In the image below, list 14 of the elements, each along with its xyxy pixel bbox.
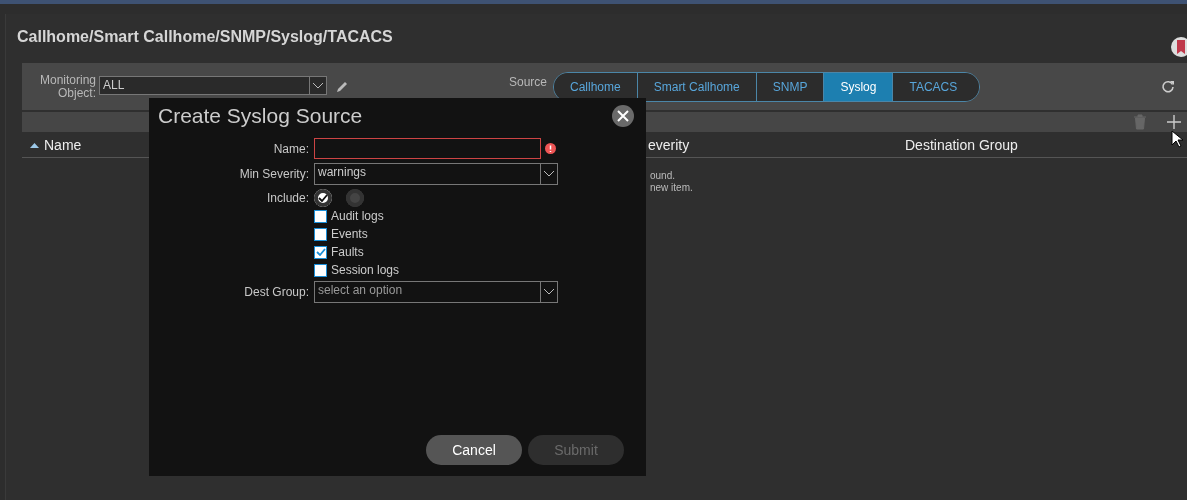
field-label: Dest Group: — [243, 285, 309, 299]
checkbox-label: Events — [331, 227, 368, 241]
field-label: Min Severity: — [238, 167, 309, 181]
page-title: Callhome/Smart Callhome/SNMP/Syslog/TACACS — [17, 28, 393, 46]
checkbox-label: Session logs — [331, 263, 400, 277]
field-label: Name: — [272, 141, 309, 156]
empty-message: ound. — [650, 170, 677, 182]
field-label: Include: — [265, 191, 309, 205]
field-label: Monitoring Object: — [38, 73, 96, 100]
empty-message: new item. — [650, 182, 694, 194]
field-label: Source — [507, 76, 547, 89]
checkbox-label: Faults — [331, 245, 364, 259]
dialog-title: Create Syslog Source — [158, 104, 363, 128]
checkbox-label: Audit logs — [331, 209, 384, 223]
